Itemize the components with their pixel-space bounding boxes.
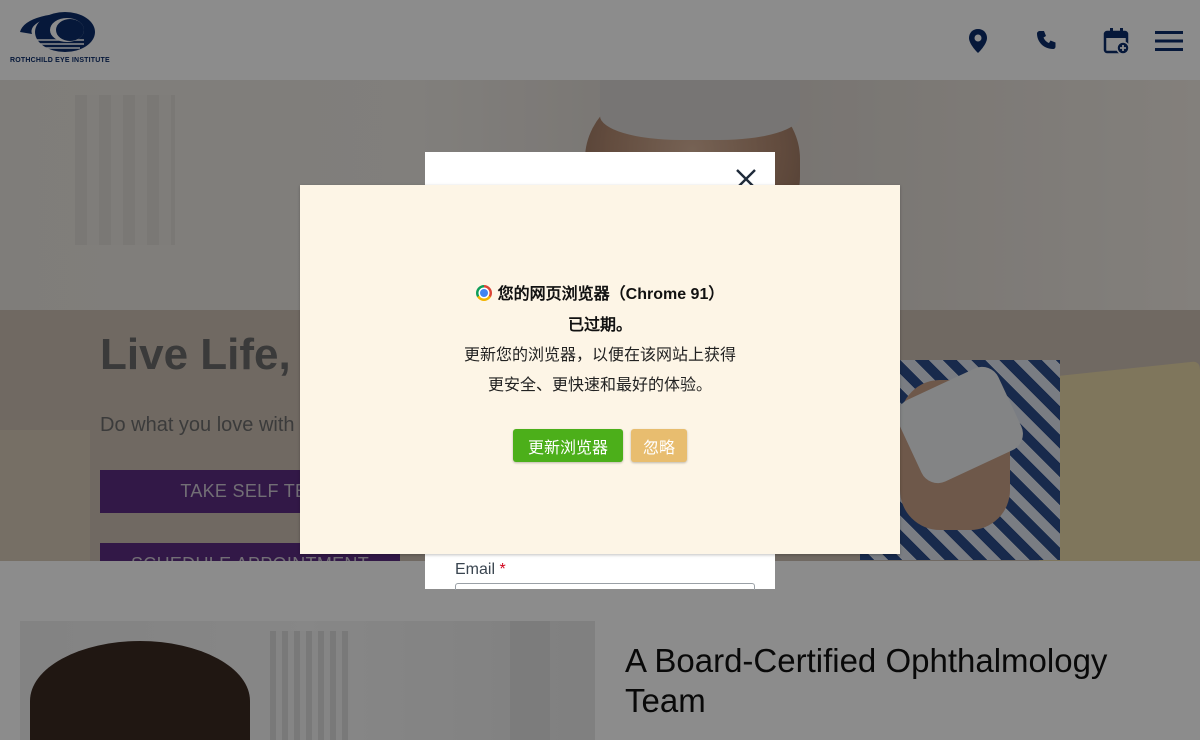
browser-update-notice: 您的网页浏览器（Chrome 91） 已过期。 更新您的浏览器，以便在该网站上获… <box>300 185 900 554</box>
notice-body: 更新您的浏览器，以便在该网站上获得更安全、更快速和最好的体验。 <box>463 345 736 394</box>
notice-outdated: 已过期。 <box>567 315 632 334</box>
update-browser-button[interactable]: 更新浏览器 <box>513 429 623 462</box>
email-label-text: Email <box>455 561 496 578</box>
required-mark: * <box>499 561 506 578</box>
notice-heading: 您的网页浏览器（Chrome 91） <box>300 280 900 304</box>
notice-browser-version: （Chrome 91） <box>609 286 725 303</box>
ignore-button[interactable]: 忽略 <box>631 429 687 462</box>
notice-heading-text: 您的网页浏览器 <box>497 284 610 303</box>
email-label: Email * <box>455 561 506 579</box>
email-field[interactable] <box>455 583 755 590</box>
chrome-icon <box>475 285 492 301</box>
